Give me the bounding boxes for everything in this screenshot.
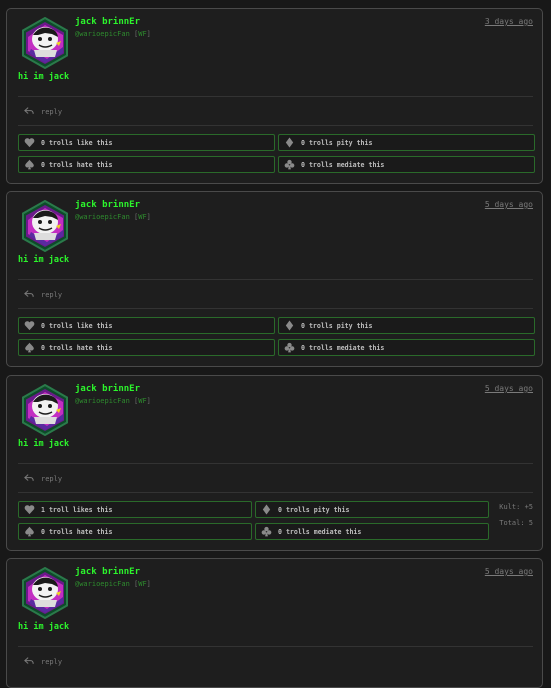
divider: [18, 308, 533, 309]
heart-icon: [24, 504, 35, 515]
heart-icon: [24, 320, 35, 331]
user-handle: @warioepicFan [WF]: [75, 30, 151, 38]
react-like-label: 0 trolls like this: [41, 321, 113, 330]
user-tag: WF: [138, 580, 147, 588]
post-timestamp-link[interactable]: 5 days ago: [485, 567, 533, 576]
username-link[interactable]: jack brinnEr: [75, 200, 140, 210]
reply-label: reply: [41, 291, 63, 299]
react-hate-button[interactable]: 0 trolls hate this: [18, 523, 252, 540]
spade-icon: [24, 159, 35, 170]
reply-button[interactable]: reply: [24, 474, 62, 484]
react-like-button[interactable]: 1 troll likes this: [18, 501, 252, 518]
react-hate-label: 0 trolls hate this: [41, 343, 113, 352]
diamond-icon: [284, 320, 295, 331]
react-pity-label: 0 trolls pity this: [301, 321, 373, 330]
username-link[interactable]: jack brinnEr: [75, 567, 140, 577]
user-handle: @warioepicFan [WF]: [75, 580, 151, 588]
club-icon: [284, 342, 295, 353]
spade-icon: [24, 526, 35, 537]
react-like-label: 1 troll likes this: [41, 505, 113, 514]
user-tag: WF: [138, 397, 147, 405]
post-text: hi im jack: [18, 622, 70, 632]
avatar[interactable]: [19, 567, 71, 619]
reply-label: reply: [41, 475, 63, 483]
react-hate-button[interactable]: 0 trolls hate this: [18, 339, 275, 356]
post-card: jack brinnEr @warioepicFan [WF] 5 days ago…: [6, 375, 543, 551]
diamond-icon: [261, 504, 272, 515]
react-mediate-button[interactable]: 0 trolls mediate this: [255, 523, 489, 540]
react-mediate-label: 0 trolls mediate this: [278, 527, 362, 536]
reply-button[interactable]: reply: [24, 290, 62, 300]
divider: [18, 646, 533, 647]
react-like-button[interactable]: 0 trolls like this: [18, 134, 275, 151]
reply-arrow-icon: [24, 657, 34, 667]
heart-icon: [24, 137, 35, 148]
username-link[interactable]: jack brinnEr: [75, 384, 140, 394]
divider: [18, 96, 533, 97]
react-hate-label: 0 trolls hate this: [41, 527, 113, 536]
reply-arrow-icon: [24, 474, 34, 484]
divider: [18, 279, 533, 280]
user-tag: WF: [138, 30, 147, 38]
divider: [18, 463, 533, 464]
user-handle: @warioepicFan [WF]: [75, 397, 151, 405]
react-hate-label: 0 trolls hate this: [41, 160, 113, 169]
post-text: hi im jack: [18, 255, 70, 265]
post-card: jack brinnEr @warioepicFan [WF] 5 days ago…: [6, 558, 543, 688]
react-pity-button[interactable]: 0 trolls pity this: [255, 501, 489, 518]
post-timestamp-link[interactable]: 3 days ago: [485, 17, 533, 26]
reply-button[interactable]: reply: [24, 107, 62, 117]
avatar[interactable]: [19, 200, 71, 252]
club-icon: [284, 159, 295, 170]
reply-label: reply: [41, 658, 63, 666]
user-tag: WF: [138, 213, 147, 221]
post-timestamp-link[interactable]: 5 days ago: [485, 200, 533, 209]
divider: [18, 125, 533, 126]
reply-arrow-icon: [24, 107, 34, 117]
diamond-icon: [284, 137, 295, 148]
react-mediate-button[interactable]: 0 trolls mediate this: [278, 156, 535, 173]
react-hate-button[interactable]: 0 trolls hate this: [18, 156, 275, 173]
divider: [18, 492, 533, 493]
post-card: jack brinnEr @warioepicFan [WF] 3 days ago…: [6, 8, 543, 184]
user-handle: @warioepicFan [WF]: [75, 213, 151, 221]
avatar[interactable]: [19, 384, 71, 436]
react-pity-button[interactable]: 0 trolls pity this: [278, 317, 535, 334]
kult-score: Kult: +5: [499, 503, 533, 511]
reply-arrow-icon: [24, 290, 34, 300]
react-pity-label: 0 trolls pity this: [278, 505, 350, 514]
post-timestamp-link[interactable]: 5 days ago: [485, 384, 533, 393]
post-card: jack brinnEr @warioepicFan [WF] 5 days ago…: [6, 191, 543, 367]
react-pity-button[interactable]: 0 trolls pity this: [278, 134, 535, 151]
kult-total: Total: 5: [499, 519, 533, 527]
spade-icon: [24, 342, 35, 353]
club-icon: [261, 526, 272, 537]
react-mediate-button[interactable]: 0 trolls mediate this: [278, 339, 535, 356]
reply-button[interactable]: reply: [24, 657, 62, 667]
avatar[interactable]: [19, 17, 71, 69]
react-mediate-label: 0 trolls mediate this: [301, 343, 385, 352]
react-like-button[interactable]: 0 trolls like this: [18, 317, 275, 334]
react-mediate-label: 0 trolls mediate this: [301, 160, 385, 169]
username-link[interactable]: jack brinnEr: [75, 17, 140, 27]
reply-label: reply: [41, 108, 63, 116]
react-pity-label: 0 trolls pity this: [301, 138, 373, 147]
react-like-label: 0 trolls like this: [41, 138, 113, 147]
post-text: hi im jack: [18, 72, 70, 82]
post-text: hi im jack: [18, 439, 70, 449]
